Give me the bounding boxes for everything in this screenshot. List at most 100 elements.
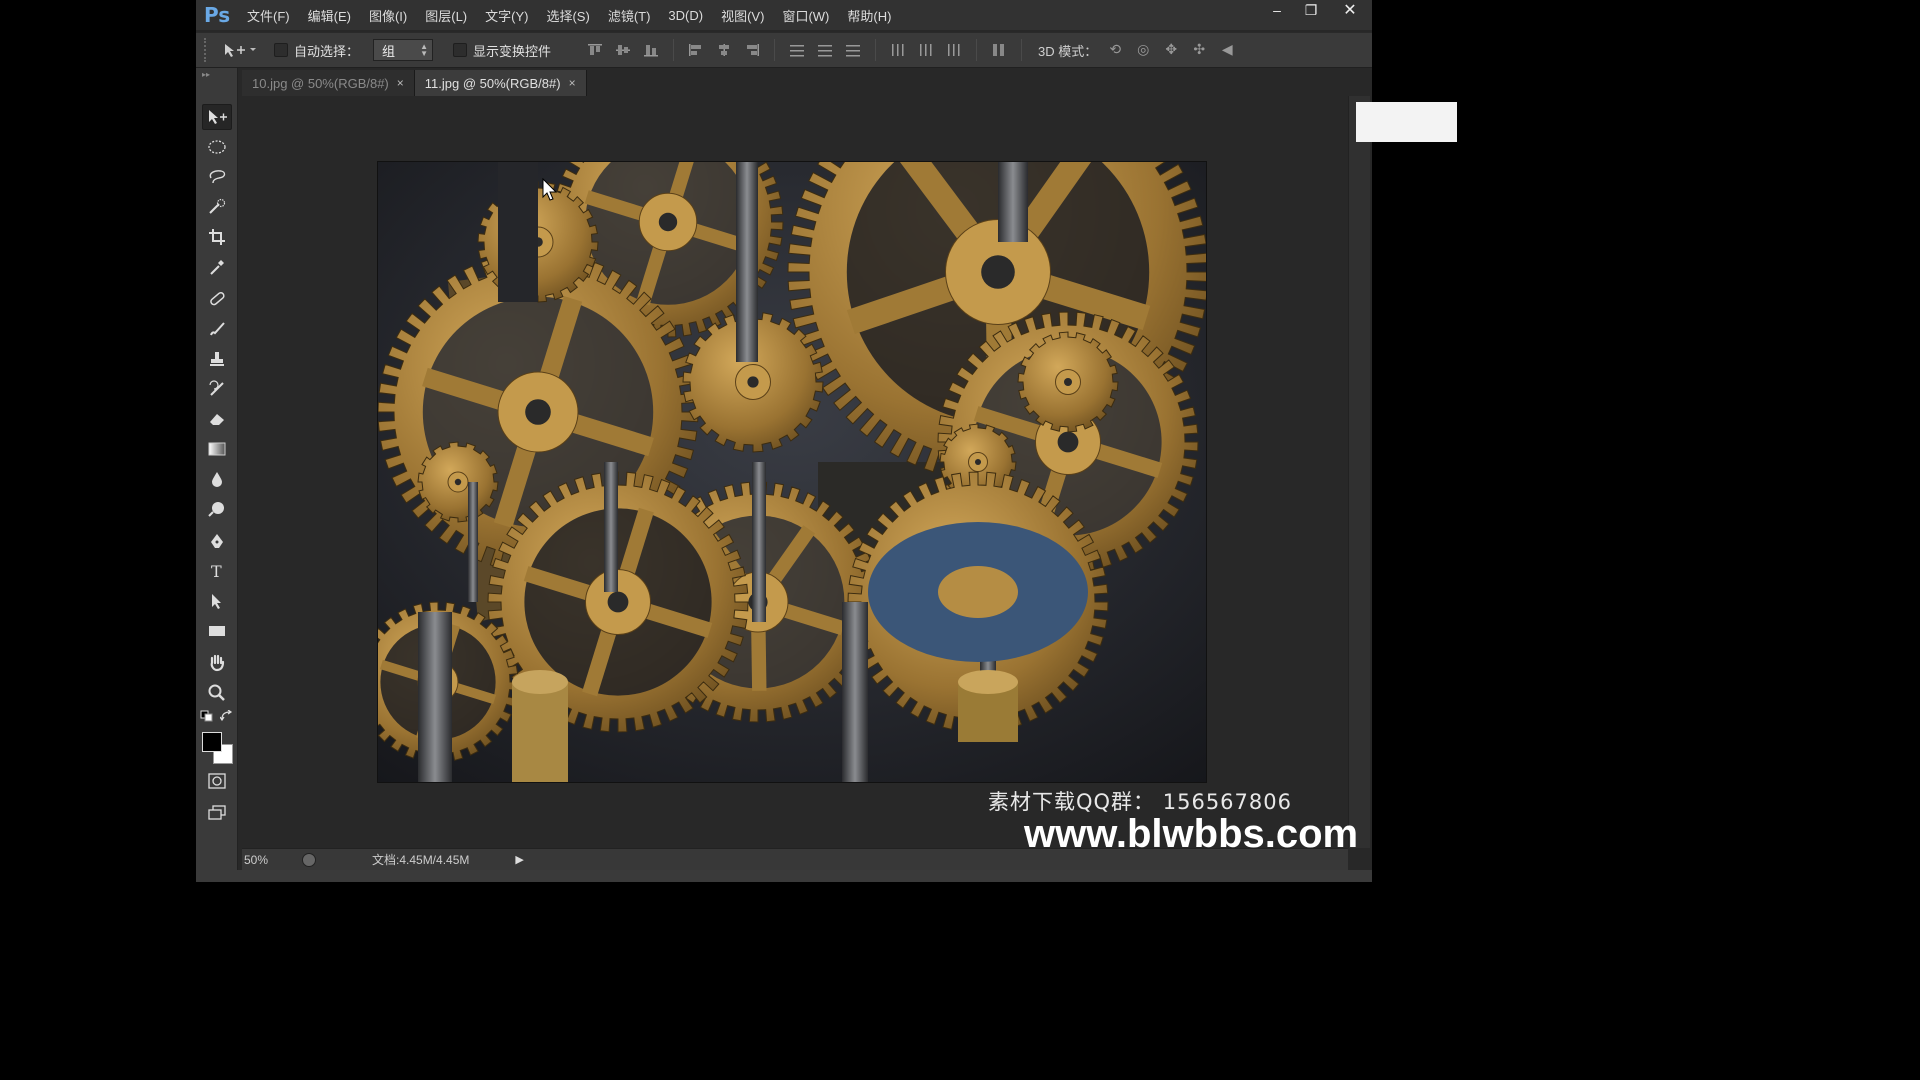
- eraser-tool-icon[interactable]: [202, 406, 232, 432]
- gears-photo[interactable]: [378, 162, 1206, 782]
- window-controls: – ❐ ✕: [1260, 0, 1372, 22]
- document-info: 文档:4.45M/4.45M: [372, 853, 470, 867]
- menu-help[interactable]: 帮助(H): [838, 6, 900, 25]
- status-menu-arrow-icon[interactable]: ▶: [515, 853, 523, 866]
- clone-stamp-tool-icon[interactable]: [202, 346, 232, 372]
- zoom-tool-icon[interactable]: [202, 680, 232, 706]
- separator: [875, 39, 877, 61]
- menu-select[interactable]: 选择(S): [537, 6, 598, 25]
- 3d-orbit-icon[interactable]: ⟲: [1105, 41, 1125, 59]
- separator: [1021, 39, 1023, 61]
- menu-layer[interactable]: 图层(L): [416, 6, 476, 25]
- align-left-icon[interactable]: [687, 42, 705, 58]
- separator: [673, 39, 675, 61]
- restore-button[interactable]: ❐: [1294, 0, 1328, 20]
- crop-tool-icon[interactable]: [202, 224, 232, 250]
- rectangle-tool-icon[interactable]: [202, 618, 232, 644]
- separator: [976, 39, 978, 61]
- vertical-scrollbar[interactable]: [1348, 96, 1370, 848]
- distribute-hcenter-icon[interactable]: [917, 42, 935, 58]
- menu-window[interactable]: 窗口(W): [773, 6, 838, 25]
- move-tool-preset-icon[interactable]: [218, 42, 262, 58]
- path-selection-tool-icon[interactable]: [202, 588, 232, 614]
- menu-view[interactable]: 视图(V): [712, 6, 773, 25]
- healing-brush-tool-icon[interactable]: [202, 286, 232, 312]
- lasso-tool-icon[interactable]: [202, 164, 232, 190]
- type-tool-icon[interactable]: T: [202, 558, 232, 584]
- pen-tool-icon[interactable]: [202, 528, 232, 554]
- history-brush-tool-icon[interactable]: [202, 376, 232, 402]
- default-colors-icon[interactable]: [198, 708, 216, 724]
- menu-filter[interactable]: 滤镜(T): [599, 6, 660, 25]
- blur-tool-icon[interactable]: [202, 466, 232, 492]
- document-canvas-area[interactable]: [242, 96, 1348, 848]
- tab-label: 11.jpg @ 50%(RGB/8#): [424, 75, 561, 91]
- close-tab-icon[interactable]: ×: [397, 76, 404, 90]
- eyedropper-tool-icon[interactable]: [202, 254, 232, 280]
- auto-align-icon[interactable]: [990, 42, 1008, 58]
- tab-10-jpg[interactable]: 10.jpg @ 50%(RGB/8#) ×: [242, 70, 415, 96]
- align-vcenter-icon[interactable]: [614, 42, 632, 58]
- 3d-roll-icon[interactable]: ◎: [1133, 41, 1153, 59]
- screen-mode-icon[interactable]: [202, 800, 232, 826]
- show-transform-label: 显示变换控件: [473, 43, 552, 59]
- tab-label: 10.jpg @ 50%(RGB/8#): [252, 75, 389, 91]
- status-info-icon[interactable]: [302, 852, 316, 867]
- quick-selection-tool-icon[interactable]: [202, 194, 232, 220]
- bottom-panel-strip: [196, 870, 1372, 882]
- distribute-vcenter-icon[interactable]: [816, 42, 834, 58]
- distribute-left-icon[interactable]: [889, 42, 907, 58]
- auto-select-value: 组: [382, 43, 396, 59]
- options-grip[interactable]: [204, 38, 210, 62]
- tab-11-jpg[interactable]: 11.jpg @ 50%(RGB/8#) ×: [414, 70, 587, 96]
- distribute-right-icon[interactable]: [945, 42, 963, 58]
- align-bottom-icon[interactable]: [642, 42, 660, 58]
- foreground-color-swatch[interactable]: [202, 732, 222, 752]
- close-tab-icon[interactable]: ×: [569, 76, 576, 90]
- floating-white-panel: [1356, 102, 1457, 142]
- ps-logo: Ps: [204, 3, 231, 27]
- dropdown-arrows-icon: ▲ ▼: [420, 42, 429, 58]
- close-button[interactable]: ✕: [1328, 0, 1372, 20]
- hand-tool-icon[interactable]: [202, 650, 232, 676]
- distribute-bottom-icon[interactable]: [844, 42, 862, 58]
- photoshop-window: Ps 文件(F) 编辑(E) 图像(I) 图层(L) 文字(Y) 选择(S) 滤…: [196, 0, 1372, 882]
- menu-edit[interactable]: 编辑(E): [299, 6, 360, 25]
- quick-mask-icon[interactable]: [202, 768, 232, 794]
- gears-photo-illustration: [378, 162, 1206, 782]
- separator: [774, 39, 776, 61]
- dodge-tool-icon[interactable]: [202, 496, 232, 522]
- watermark-url: www.blwbbs.com: [1024, 812, 1359, 856]
- gradient-tool-icon[interactable]: [202, 436, 232, 462]
- options-bar: 自动选择： 组 ▲ ▼ 显示变换控件 3D 模式： ⟲ ◎ ✥ ✣ ◀: [196, 32, 1372, 68]
- align-hcenter-icon[interactable]: [715, 42, 733, 58]
- mouse-cursor-icon: [542, 178, 558, 201]
- distribute-top-icon[interactable]: [788, 42, 806, 58]
- align-buttons: [581, 39, 1030, 61]
- align-top-icon[interactable]: [586, 42, 604, 58]
- zoom-level[interactable]: 50%: [242, 853, 302, 867]
- menu-3d[interactable]: 3D(D): [659, 8, 712, 23]
- show-transform-checkbox[interactable]: [453, 43, 468, 57]
- swap-colors-icon[interactable]: [218, 708, 236, 724]
- align-right-icon[interactable]: [743, 42, 761, 58]
- 3d-pan-icon[interactable]: ✥: [1161, 41, 1181, 59]
- menu-file[interactable]: 文件(F): [238, 6, 299, 25]
- document-tabs: 10.jpg @ 50%(RGB/8#) × 11.jpg @ 50%(RGB/…: [242, 70, 587, 96]
- auto-select-dropdown[interactable]: 组 ▲ ▼: [373, 39, 434, 61]
- brush-tool-icon[interactable]: [202, 316, 232, 342]
- auto-select-checkbox[interactable]: [274, 43, 288, 57]
- minimize-button[interactable]: –: [1260, 0, 1294, 20]
- tools-panel: ▸▸ T: [196, 68, 238, 882]
- 3d-slide-icon[interactable]: ✣: [1189, 41, 1209, 59]
- menu-image[interactable]: 图像(I): [360, 6, 416, 25]
- tools-panel-collapse-icon[interactable]: ▸▸: [196, 68, 237, 86]
- menu-type[interactable]: 文字(Y): [476, 6, 537, 25]
- menu-bar: Ps 文件(F) 编辑(E) 图像(I) 图层(L) 文字(Y) 选择(S) 滤…: [196, 0, 1372, 30]
- 3d-scale-icon[interactable]: ◀: [1217, 41, 1237, 59]
- move-tool-icon[interactable]: [202, 104, 232, 130]
- 3d-mode-label: 3D 模式：: [1038, 43, 1098, 59]
- auto-select-label: 自动选择：: [294, 43, 360, 59]
- svg-text:T: T: [211, 562, 222, 580]
- elliptical-marquee-tool-icon[interactable]: [202, 134, 232, 160]
